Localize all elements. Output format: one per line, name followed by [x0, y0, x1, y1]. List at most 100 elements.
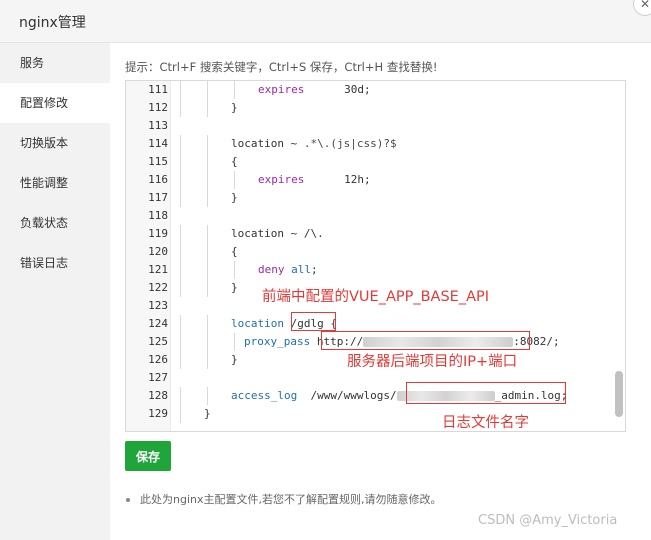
code-token: 12h; — [304, 173, 371, 186]
code-token: location ~ /\. — [231, 227, 324, 240]
indent-guide — [231, 81, 258, 99]
sidebar-item-5[interactable]: 错误日志 — [0, 243, 110, 283]
code-token: /www/wwwlogs/ — [297, 389, 397, 402]
window-titlebar: nginx管理 — [0, 0, 651, 43]
code-text: deny all; — [177, 261, 318, 279]
indent-guide — [231, 333, 244, 351]
indent-guide — [177, 189, 204, 207]
indent-guide — [177, 81, 204, 99]
line-number: 117 — [148, 191, 168, 204]
line-number: 129 — [148, 407, 168, 420]
footer-note: 此处为nginx主配置文件,若您不了解配置规则,请勿随意修改。 — [124, 491, 441, 507]
code-token: } — [231, 191, 238, 204]
indent-guide — [177, 405, 204, 423]
sidebar-item-4[interactable]: 负载状态 — [0, 203, 110, 243]
indent-guide — [177, 261, 204, 279]
code-area[interactable]: 111 expires 30d; 112} 113 114 location ~ .*\.… — [126, 81, 616, 423]
line-number: 126 — [148, 353, 168, 366]
indent-guide — [204, 351, 231, 369]
code-line: 129} — [126, 405, 616, 423]
indent-guide — [177, 171, 204, 189]
indent-guide — [177, 153, 204, 171]
indent-guide — [231, 261, 258, 279]
sidebar-item-1[interactable]: 配置修改 — [0, 83, 110, 123]
code-token: expires — [258, 173, 305, 186]
code-token: { — [231, 155, 238, 168]
sidebar-item-0[interactable]: 服务 — [0, 43, 110, 83]
sidebar-item-3[interactable]: 性能调整 — [0, 163, 110, 203]
code-text: } — [177, 99, 238, 117]
code-text: location ~ .*\.(js|css)?$ — [177, 135, 397, 153]
code-token: .*\.(js|css)?$ — [303, 137, 397, 150]
highlight-box-location-path — [291, 312, 336, 331]
save-button[interactable]: 保存 — [125, 441, 171, 471]
sidebar-item-2[interactable]: 切换版本 — [0, 123, 110, 163]
code-token: 30d; — [304, 83, 371, 96]
line-number: 124 — [148, 317, 168, 330]
code-line: 112} — [126, 99, 616, 117]
sidebar: 服务 配置修改 切换版本 性能调整 负载状态 错误日志 — [0, 43, 110, 540]
indent-guide — [204, 189, 231, 207]
code-line: 115 { — [126, 153, 616, 171]
code-token: proxy_pass — [244, 335, 311, 348]
indent-guide — [177, 279, 204, 297]
code-text: { — [177, 153, 238, 171]
line-number: 128 — [148, 389, 168, 402]
line-number: 122 — [148, 281, 168, 294]
code-token: } — [231, 281, 238, 294]
indent-guide — [204, 153, 231, 171]
line-number: 114 — [148, 137, 168, 150]
bullet-dot-icon — [126, 498, 130, 502]
line-number: 119 — [148, 227, 168, 240]
indent-guide — [177, 333, 204, 351]
line-number: 113 — [148, 119, 168, 132]
code-token: } — [231, 101, 238, 114]
code-token: } — [231, 353, 238, 366]
code-text: } — [177, 405, 211, 423]
indent-guide — [204, 171, 231, 189]
code-line: 117} — [126, 189, 616, 207]
highlight-box-log-name — [406, 382, 566, 404]
indent-guide — [204, 225, 231, 243]
indent-guide — [177, 315, 204, 333]
indent-guide — [204, 243, 231, 261]
line-number: 116 — [148, 173, 168, 186]
code-editor[interactable]: 111 expires 30d; 112} 113 114 location ~ .*\.… — [125, 80, 626, 432]
footer-note-text: 此处为nginx主配置文件,若您不了解配置规则,请勿随意修改。 — [140, 493, 442, 506]
window-title: nginx管理 — [19, 15, 86, 31]
code-text: expires 30d; — [177, 81, 371, 99]
indent-guide — [204, 135, 231, 153]
code-line: 119 location ~ /\. — [126, 225, 616, 243]
code-line: 116 expires 12h; — [126, 171, 616, 189]
code-line: 118 — [126, 207, 616, 225]
line-number: 118 — [148, 209, 168, 222]
line-number: 120 — [148, 245, 168, 258]
code-line: 114 location ~ .*\.(js|css)?$ — [126, 135, 616, 153]
code-token: access_log — [231, 389, 298, 402]
indent-guide — [204, 333, 231, 351]
annotation-log-name: 日志文件名字 — [442, 415, 529, 431]
code-text: location ~ /\. — [177, 225, 324, 243]
indent-guide — [177, 351, 204, 369]
indent-guide — [204, 81, 231, 99]
indent-guide — [204, 279, 231, 297]
highlight-box-proxy-pass — [321, 331, 530, 350]
editor-scrollbar[interactable] — [615, 371, 623, 417]
annotation-vue-api: 前端中配置的VUE_APP_BASE_API — [262, 289, 490, 305]
code-line: 120 { — [126, 243, 616, 261]
indent-guide — [177, 225, 204, 243]
code-text: } — [177, 189, 238, 207]
annotation-ip-port: 服务器后端项目的IP+端口 — [347, 354, 518, 370]
indent-guide — [177, 99, 204, 117]
line-number: 127 — [148, 371, 168, 384]
code-token: location ~ — [231, 137, 304, 150]
code-token: expires — [258, 83, 305, 96]
code-token: location — [231, 317, 284, 330]
indent-guide — [204, 315, 231, 333]
code-token: { — [231, 245, 238, 258]
code-line: 121 deny all; — [126, 261, 616, 279]
line-number: 123 — [148, 299, 168, 312]
indent-guide — [231, 171, 258, 189]
code-line: 111 expires 30d; — [126, 81, 616, 99]
line-number: 111 — [148, 83, 168, 96]
